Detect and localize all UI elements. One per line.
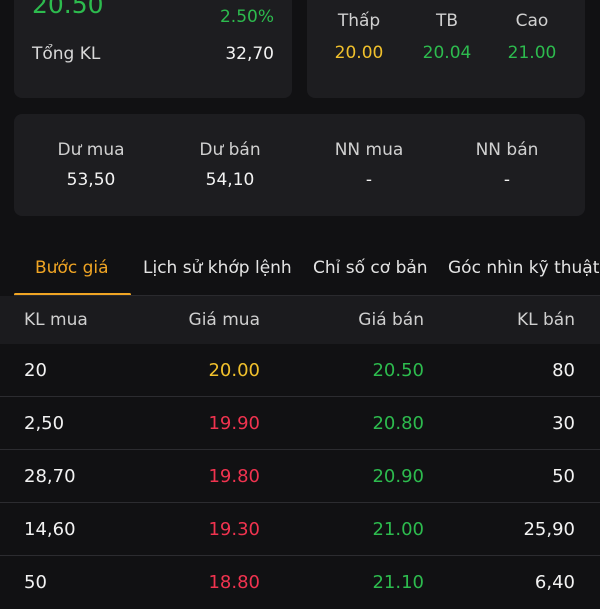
- buy-price-cell: 19.30: [208, 519, 260, 540]
- price-summary-card: 20.50 2.50% Tổng KL 32,70: [14, 0, 292, 98]
- range-avg-label: TB: [435, 11, 459, 31]
- sell-volume-cell: 80: [552, 360, 575, 381]
- sell-surplus-label: Dư bán: [199, 140, 261, 160]
- table-row: 20 20.00 20.50 80: [0, 345, 600, 397]
- tab-technical-view[interactable]: Góc nhìn kỹ thuật: [448, 258, 599, 278]
- sell-price-cell: 21.00: [372, 519, 424, 540]
- buy-volume-cell: 2,50: [24, 413, 65, 434]
- order-book-header: KL mua Giá mua Giá bán KL bán: [0, 296, 600, 344]
- header-sell-volume: KL bán: [516, 310, 575, 330]
- order-surplus-card: Dư mua 53,50 Dư bán 54,10 NN mua - NN bá…: [14, 114, 585, 216]
- range-avg: TB 20.04: [407, 11, 487, 63]
- foreign-sell-value: -: [503, 170, 511, 190]
- sell-volume-cell: 6,40: [534, 572, 575, 593]
- range-high: Cao 21.00: [492, 11, 572, 63]
- detail-tabs: Bước giá Lịch sử khớp lệnh Chỉ số cơ bản…: [0, 250, 600, 296]
- sell-price-cell: 20.90: [372, 466, 424, 487]
- buy-price-cell: 18.80: [208, 572, 260, 593]
- buy-price-cell: 20.00: [208, 360, 260, 381]
- header-sell-price: Giá bán: [358, 310, 424, 330]
- range-high-label: Cao: [515, 11, 549, 31]
- sell-volume-cell: 50: [552, 466, 575, 487]
- sell-volume-cell: 25,90: [523, 519, 575, 540]
- range-avg-value: 20.04: [422, 43, 472, 63]
- table-row: 2,50 19.90 20.80 30: [0, 398, 600, 450]
- sell-price-cell: 21.10: [372, 572, 424, 593]
- header-buy-price: Giá mua: [188, 310, 260, 330]
- tab-price-steps[interactable]: Bước giá: [35, 258, 109, 278]
- range-high-value: 21.00: [507, 43, 557, 63]
- range-low-label: Thấp: [337, 11, 381, 31]
- foreign-buy-label: NN mua: [334, 140, 404, 160]
- table-row: 14,60 19.30 21.00 25,90: [0, 504, 600, 556]
- table-row: 28,70 19.80 20.90 50: [0, 451, 600, 503]
- buy-price-cell: 19.80: [208, 466, 260, 487]
- buy-volume-cell: 28,70: [24, 466, 76, 487]
- buy-volume-cell: 50: [24, 572, 47, 593]
- sell-price-cell: 20.50: [372, 360, 424, 381]
- tab-fundamentals[interactable]: Chỉ số cơ bản: [313, 258, 428, 278]
- foreign-buy-value: -: [365, 170, 373, 190]
- price-range-card: Thấp 20.00 TB 20.04 Cao 21.00: [307, 0, 585, 98]
- table-row: 50 18.80 21.10 6,40: [0, 557, 600, 609]
- price-change-percent: 2.50%: [219, 7, 274, 27]
- current-price: 20.50: [32, 0, 104, 19]
- sell-surplus-value: 54,10: [205, 170, 255, 190]
- tab-match-history[interactable]: Lịch sử khớp lệnh: [143, 258, 292, 278]
- foreign-buy: NN mua -: [309, 140, 429, 190]
- range-low: Thấp 20.00: [319, 11, 399, 63]
- buy-price-cell: 19.90: [208, 413, 260, 434]
- total-volume-value: 32,70: [225, 44, 274, 64]
- buy-surplus-label: Dư mua: [57, 140, 125, 160]
- range-low-value: 20.00: [334, 43, 384, 63]
- buy-volume-cell: 20: [24, 360, 47, 381]
- foreign-sell-label: NN bán: [475, 140, 539, 160]
- foreign-sell: NN bán -: [447, 140, 567, 190]
- sell-price-cell: 20.80: [372, 413, 424, 434]
- header-buy-volume: KL mua: [24, 310, 88, 330]
- buy-surplus: Dư mua 53,50: [31, 140, 151, 190]
- total-volume-label: Tổng KL: [32, 44, 101, 64]
- sell-volume-cell: 30: [552, 413, 575, 434]
- buy-surplus-value: 53,50: [66, 170, 116, 190]
- sell-surplus: Dư bán 54,10: [170, 140, 290, 190]
- buy-volume-cell: 14,60: [24, 519, 76, 540]
